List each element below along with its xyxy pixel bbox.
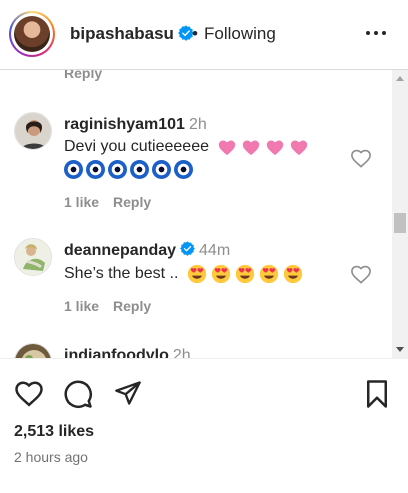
more-options-icon[interactable] [366,31,388,37]
following-button[interactable]: Following [204,24,276,44]
profile-username-link[interactable]: bipashabasu [70,24,194,44]
post-actions: 2,513 likes 2 hours ago [0,358,408,493]
comment-like-heart-icon[interactable] [350,264,372,284]
comment-time: 2h [172,347,191,358]
header-separator: • [192,24,198,43]
reply-button[interactable]: Reply [113,298,151,314]
heart-eyes-emoji-icon [283,264,303,284]
pink-heart-emoji-icon [267,140,284,156]
comment-text: She’s the best .. [64,264,303,284]
reply-button[interactable]: Reply [113,194,151,210]
comment-time: 44m [199,242,231,259]
pink-heart-emoji-icon [243,140,260,156]
avatar-photo-icon [15,344,51,358]
profile-username[interactable]: bipashabasu [70,24,174,43]
scroll-thumb[interactable] [394,213,406,233]
nazar-amulet-icon [86,160,105,179]
heart-eyes-emoji-icon [235,264,255,284]
nazar-amulet-icon [108,160,127,179]
share-send-icon[interactable] [113,379,143,407]
scroll-up-arrow-icon[interactable] [396,76,404,81]
reply-button[interactable]: Reply [64,70,102,81]
heart-eyes-emoji-icon [259,264,279,284]
comment-likes-count[interactable]: 1 like [64,194,99,210]
like-heart-icon[interactable] [14,379,44,407]
nazar-amulet-emoji-row [64,160,196,179]
commenter-username[interactable]: indianfoodylo 2h [64,347,191,358]
post-header: bipashabasu • Following [0,0,408,70]
comment-time: 2h [188,116,207,133]
heart-eyes-emoji-icon [211,264,231,284]
pink-heart-emoji-icon [291,140,308,156]
comment-like-heart-icon[interactable] [350,148,372,168]
avatar-photo-icon [15,113,51,149]
scroll-down-arrow-icon[interactable] [396,347,404,352]
commenter-username[interactable]: raginishyam101 2h [64,116,207,134]
commenter-username[interactable]: deannepanday 44m [64,241,231,260]
comment-likes-count[interactable]: 1 like [64,298,99,314]
nazar-amulet-icon [130,160,149,179]
post-likes-count[interactable]: 2,513 likes [14,423,94,441]
nazar-amulet-icon [174,160,193,179]
commenter-avatar[interactable] [14,112,52,150]
heart-eyes-emoji-icon [187,264,207,284]
nazar-amulet-icon [64,160,83,179]
commenter-avatar[interactable] [14,343,52,358]
pink-heart-emoji-icon [219,140,236,156]
avatar-photo-icon [15,239,51,275]
profile-avatar[interactable] [9,11,55,57]
bookmark-save-icon[interactable] [364,379,390,409]
commenter-avatar[interactable] [14,238,52,276]
comments-scrollbar[interactable] [392,70,408,358]
nazar-amulet-icon [152,160,171,179]
verified-badge-icon [180,241,195,257]
comments-list[interactable]: Reply raginishyam101 2h Devi you cutieeee… [0,70,392,358]
comment-bubble-icon[interactable] [63,379,93,409]
post-timestamp[interactable]: 2 hours ago [14,449,88,465]
comment-text: Devi you cutieeeeee [64,138,309,156]
